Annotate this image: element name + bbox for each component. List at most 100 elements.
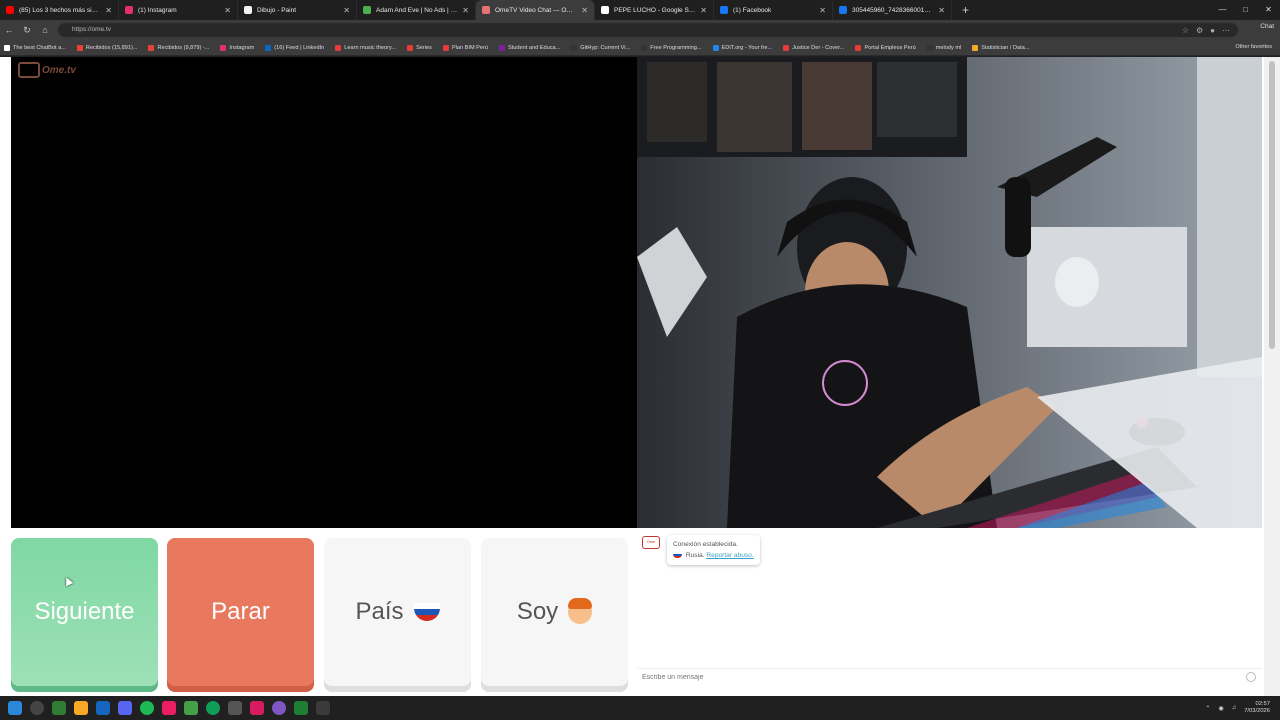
bookmark-item[interactable]: GitHyp: Current Vi...: [571, 44, 630, 51]
bookmark-favicon-icon: [972, 44, 979, 51]
search-icon[interactable]: [30, 701, 44, 715]
bookmark-item[interactable]: Instagram: [220, 44, 254, 51]
browser-tab[interactable]: 305445960_742836600122894_50 ✕: [833, 0, 952, 20]
close-window-icon[interactable]: ✕: [1257, 0, 1280, 20]
bookmark-item[interactable]: Learn music theory...: [335, 44, 397, 51]
bookmark-item[interactable]: Recibidos (15,891)...: [76, 44, 137, 51]
menu-icon[interactable]: ⋯: [1222, 26, 1230, 35]
tab-close-icon[interactable]: ✕: [343, 6, 350, 15]
bookmark-item[interactable]: Statistician / Data...: [972, 44, 1029, 51]
gender-button-label: Soy: [516, 598, 559, 625]
next-button[interactable]: Siguiente: [11, 538, 158, 686]
minimize-icon[interactable]: —: [1211, 0, 1234, 20]
bookmark-item[interactable]: Series: [407, 44, 432, 51]
bookmark-item[interactable]: (16) Feed | LinkedIn: [265, 44, 325, 51]
boy-icon: [568, 598, 593, 624]
wifi-icon[interactable]: ◉: [1218, 705, 1223, 712]
tab-close-icon[interactable]: ✕: [700, 6, 707, 15]
app-icon-1[interactable]: [52, 701, 66, 715]
bookmark-item[interactable]: EDIT.org - Your fre...: [712, 44, 772, 51]
bookmark-label: Free Programming...: [650, 44, 702, 51]
settings-icon[interactable]: [228, 701, 242, 715]
tab-favicon-icon: [125, 6, 133, 14]
gender-button[interactable]: Soy: [481, 538, 628, 686]
address-bar[interactable]: https://ome.tv: [58, 23, 1238, 37]
bookmark-label: (16) Feed | LinkedIn: [274, 44, 325, 51]
ometv-logo[interactable]: Ome.tv: [18, 62, 76, 78]
chat-panel: Ome Conexión establecida. Rusia. Reporta…: [637, 528, 1262, 696]
tray-chevron-icon[interactable]: ⌃: [1205, 705, 1210, 712]
webcam-feed-image: [637, 57, 1262, 528]
tab-close-icon[interactable]: ✕: [581, 6, 588, 15]
excel-icon[interactable]: [294, 701, 308, 715]
bookmark-favicon-icon: [220, 44, 227, 51]
whatsapp-icon[interactable]: [184, 701, 198, 715]
report-abuse-link[interactable]: Reportar abuso.: [706, 552, 753, 559]
bookmark-label: Learn music theory...: [344, 44, 397, 51]
bookmark-label: The best ChatBot a...: [13, 44, 66, 51]
browser-tab[interactable]: PEPE LUCHO - Google Search ✕: [595, 0, 714, 20]
tab-close-icon[interactable]: ✕: [938, 6, 945, 15]
browser-tab[interactable]: (85) Los 3 hechos más siniestros y ✕: [0, 0, 119, 20]
bookmark-item[interactable]: Plan BIM Perú: [442, 44, 489, 51]
back-icon[interactable]: ←: [0, 25, 18, 35]
browser-tab[interactable]: (1) Facebook ✕: [714, 0, 833, 20]
favorite-icon[interactable]: ☆: [1182, 26, 1189, 35]
bookmark-item[interactable]: melody ml: [926, 44, 962, 51]
bookmark-favicon-icon: [499, 44, 506, 51]
emoji-icon[interactable]: [1246, 672, 1256, 682]
browser-tab[interactable]: Adam And Eve | No Ads | Play At E ✕: [357, 0, 476, 20]
bookmark-item[interactable]: The best ChatBot a...: [4, 44, 66, 51]
bookmark-label: Justice Der - Cover...: [792, 44, 845, 51]
bookmark-item[interactable]: Free Programming...: [641, 44, 702, 51]
taskbar: ⌃ ◉ ♫ 02:57 7/03/2026: [0, 696, 1280, 720]
tab-favicon-icon: [839, 6, 847, 14]
browser-tab[interactable]: OmeTV Video Chat — Omegl ✕: [476, 0, 595, 20]
volume-icon[interactable]: ♫: [1232, 705, 1237, 711]
bookmark-label: Plan BIM Perú: [451, 44, 489, 51]
system-clock[interactable]: 02:57 7/03/2026: [1244, 701, 1270, 715]
tab-close-icon[interactable]: ✕: [462, 6, 469, 15]
app-icon-2[interactable]: [272, 701, 286, 715]
page-scrollbar[interactable]: [1264, 57, 1280, 696]
bookmark-favicon-icon: [148, 44, 155, 51]
extensions-icon[interactable]: ⚙: [1196, 26, 1203, 35]
edge-icon[interactable]: [206, 701, 220, 715]
other-favorites[interactable]: Other favorites: [1235, 44, 1272, 50]
bookmark-favicon-icon: [4, 44, 10, 51]
tiktok-icon[interactable]: [250, 701, 264, 715]
tab-close-icon[interactable]: ✕: [819, 6, 826, 15]
steam-icon[interactable]: [96, 701, 110, 715]
tab-close-icon[interactable]: ✕: [105, 6, 112, 15]
reload-icon[interactable]: ↻: [18, 25, 36, 36]
tab-favicon-icon: [244, 6, 252, 14]
tab-close-icon[interactable]: ✕: [224, 6, 231, 15]
bookmark-item[interactable]: Student and Educa...: [499, 44, 560, 51]
browser-tab[interactable]: Dibujo - Paint ✕: [238, 0, 357, 20]
browser-tab[interactable]: (1) Instagram ✕: [119, 0, 238, 20]
message-input[interactable]: [637, 668, 1262, 686]
discord-icon[interactable]: [118, 701, 132, 715]
bookmark-item[interactable]: Justice Der - Cover...: [783, 44, 845, 51]
maximize-icon[interactable]: □: [1234, 0, 1257, 20]
bookmark-favicon-icon: [855, 44, 862, 51]
windows-start-icon[interactable]: [8, 701, 22, 715]
bookmark-item[interactable]: Recibidos (9,879) -...: [148, 44, 209, 51]
music-icon[interactable]: [162, 701, 176, 715]
tab-title: Adam And Eve | No Ads | Play At E: [376, 6, 458, 14]
scrollbar-thumb[interactable]: [1269, 61, 1275, 349]
bookmark-label: melody ml: [935, 44, 962, 51]
country-button[interactable]: País: [324, 538, 471, 686]
toolbar-icons: ☆ ⚙ ● ⋯: [1182, 20, 1230, 40]
profile-icon[interactable]: ●: [1210, 26, 1215, 35]
stop-button[interactable]: Parar: [167, 538, 314, 686]
new-tab-icon[interactable]: +: [962, 3, 969, 17]
home-icon[interactable]: ⌂: [36, 25, 54, 35]
spotify-icon[interactable]: [140, 701, 154, 715]
bookmark-favicon-icon: [712, 44, 719, 51]
bookmark-item[interactable]: Portal Empleos Perú: [855, 44, 916, 51]
tab-title: Dibujo - Paint: [257, 6, 297, 14]
notepad-icon[interactable]: [316, 701, 330, 715]
copilot-chat-button[interactable]: Chat: [1260, 23, 1274, 30]
file-explorer-icon[interactable]: [74, 701, 88, 715]
